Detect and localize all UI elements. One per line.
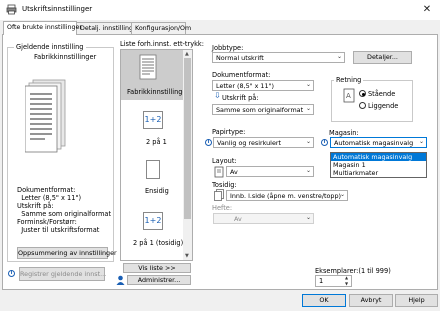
summary-line: Dokumentformat:: [17, 186, 76, 194]
chevron-down-icon: ⌄: [305, 214, 311, 221]
stepper-down-icon[interactable]: ▼: [345, 281, 348, 286]
summary-line: Utskrift på:: [17, 202, 54, 210]
duplex-select[interactable]: Innb. l.side (åpne m. venstre/topp) ⌄: [226, 190, 348, 201]
ok-button[interactable]: OK: [302, 294, 346, 307]
title-bar: Utskriftsinnstillinger ✕: [0, 0, 440, 20]
duplex-page-icon: [214, 189, 224, 201]
summary-line: Forminsk/Forstørr:: [17, 218, 77, 226]
orientation-label: Retning: [334, 76, 364, 84]
svg-text:A: A: [346, 92, 351, 100]
info-icon[interactable]: i: [8, 270, 15, 277]
preset-list-label: Liste forh.innst. ett-trykk:: [120, 40, 204, 48]
print-on-select[interactable]: Samme som originalformat ⌄: [212, 104, 314, 115]
show-list-button[interactable]: Vis liste >>: [123, 263, 191, 273]
chevron-down-icon: ⌄: [336, 53, 342, 60]
preset-item-label[interactable]: 2 på 1: [146, 138, 167, 146]
staple-label: Hefte:: [212, 204, 233, 212]
window-title: Utskriftsinnstillinger: [22, 5, 93, 13]
job-details-button[interactable]: Detaljer...: [353, 51, 412, 64]
current-settings-subheading: Fabrikkinnstillinger: [34, 53, 97, 61]
cancel-button[interactable]: Avbryt: [349, 294, 393, 307]
layout-label: Layout:: [212, 157, 237, 165]
settings-summary-button[interactable]: Oppsummering av innstillinger: [17, 247, 117, 259]
chevron-down-icon: ⌄: [305, 138, 311, 145]
admin-user-icon: [116, 275, 125, 285]
single-sided-icon: [146, 160, 160, 179]
two-up-duplex-icon: 1+2: [143, 212, 163, 230]
tray-option-tray1[interactable]: Magasin 1: [331, 161, 426, 169]
document-format-label: Dokumentformat:: [212, 71, 271, 79]
arrow-down-icon: ⇩: [214, 91, 221, 100]
scroll-down-icon[interactable]: ▼: [185, 253, 189, 259]
summary-line: Samme som originalformat: [17, 210, 112, 218]
duplex-value: Innb. l.side (åpne m. venstre/topp): [230, 192, 341, 200]
chevron-down-icon: ⌄: [305, 105, 311, 112]
chevron-down-icon: ⌄: [305, 81, 311, 88]
help-button[interactable]: Hjelp: [395, 294, 438, 307]
preset-item-label[interactable]: Ensidig: [145, 187, 169, 195]
summary-line: Juster til utskriftsformat: [17, 226, 100, 234]
preset-item-label: Fabrikkinnstillinger: [127, 88, 190, 96]
tab-frequently-used[interactable]: Ofte brukte innstillinger: [3, 21, 82, 35]
layout-value: Av: [230, 168, 238, 176]
stepper-up-icon[interactable]: ▲: [345, 275, 348, 280]
print-on-value: Samme som originalformat: [216, 106, 304, 114]
summary-line: Letter (8,5" x 11"): [17, 194, 82, 202]
job-type-select[interactable]: Normal utskrift ⌄: [212, 52, 345, 63]
close-button[interactable]: ✕: [418, 2, 436, 18]
staple-select: Av ⌄: [213, 213, 314, 224]
paper-type-label: Papirtype:: [212, 128, 246, 136]
document-preview-image: [24, 74, 73, 154]
preset-item-label[interactable]: 2 på 1 (tosidig): [133, 239, 183, 247]
scrollbar-thumb[interactable]: [184, 58, 191, 219]
document-format-select[interactable]: Letter (8,5" x 11") ⌄: [212, 80, 314, 91]
tray-dropdown-list: Automatisk magasinvalg Magasin 1 Multiar…: [330, 152, 427, 178]
chevron-down-icon: ⌄: [305, 167, 311, 174]
copies-stepper[interactable]: 1 ▲ ▼: [315, 275, 352, 287]
tray-option-bypass[interactable]: Multiarkmater: [331, 169, 426, 177]
staple-value: Av: [234, 215, 242, 223]
tray-option-auto[interactable]: Automatisk magasinvalg: [331, 153, 426, 161]
info-icon[interactable]: i: [205, 139, 212, 146]
layout-page-icon: [214, 166, 224, 178]
current-settings-heading: Gjeldende innstilling: [14, 43, 86, 51]
printer-icon: [6, 4, 17, 15]
tray-select[interactable]: Automatisk magasinvalg ⌄: [330, 137, 427, 148]
document-format-value: Letter (8,5" x 11"): [216, 82, 274, 90]
paper-type-select[interactable]: Vanlig og resirkulert ⌄: [213, 137, 314, 148]
two-up-icon: 1+2: [143, 111, 163, 129]
layout-select[interactable]: Av ⌄: [226, 166, 314, 177]
document-icon: [139, 54, 157, 80]
register-current-button: Registrer gjeldende innst...: [19, 267, 106, 281]
job-type-label: Jobbtype:: [212, 44, 244, 52]
copies-value[interactable]: 1: [319, 277, 323, 285]
tab-configuration[interactable]: Konfigurasjon/Om: [131, 22, 191, 34]
scroll-up-icon[interactable]: ▲: [185, 51, 189, 57]
landscape-label[interactable]: Liggende: [368, 102, 398, 110]
administer-button[interactable]: Administrer...: [127, 275, 191, 285]
tab-detailed-settings[interactable]: Detalj. innstillinger: [76, 22, 139, 34]
info-icon[interactable]: i: [321, 139, 328, 146]
portrait-label[interactable]: Stående: [368, 90, 395, 98]
job-type-value: Normal utskrift: [216, 54, 264, 62]
radio-portrait[interactable]: [359, 90, 366, 97]
tray-label: Magasin:: [329, 129, 359, 137]
duplex-label: Tosidig:: [212, 181, 237, 189]
chevron-down-icon: ⌄: [339, 191, 345, 198]
copies-label: Eksemplarer:(1 til 999): [315, 267, 391, 275]
tray-value: Automatisk magasinvalg: [334, 139, 414, 147]
chevron-down-icon: ⌄: [418, 138, 424, 145]
radio-landscape[interactable]: [359, 102, 366, 109]
print-on-label: Utskrift på:: [222, 94, 259, 102]
paper-type-value: Vanlig og resirkulert: [217, 139, 282, 147]
portrait-page-icon: A: [343, 88, 355, 103]
